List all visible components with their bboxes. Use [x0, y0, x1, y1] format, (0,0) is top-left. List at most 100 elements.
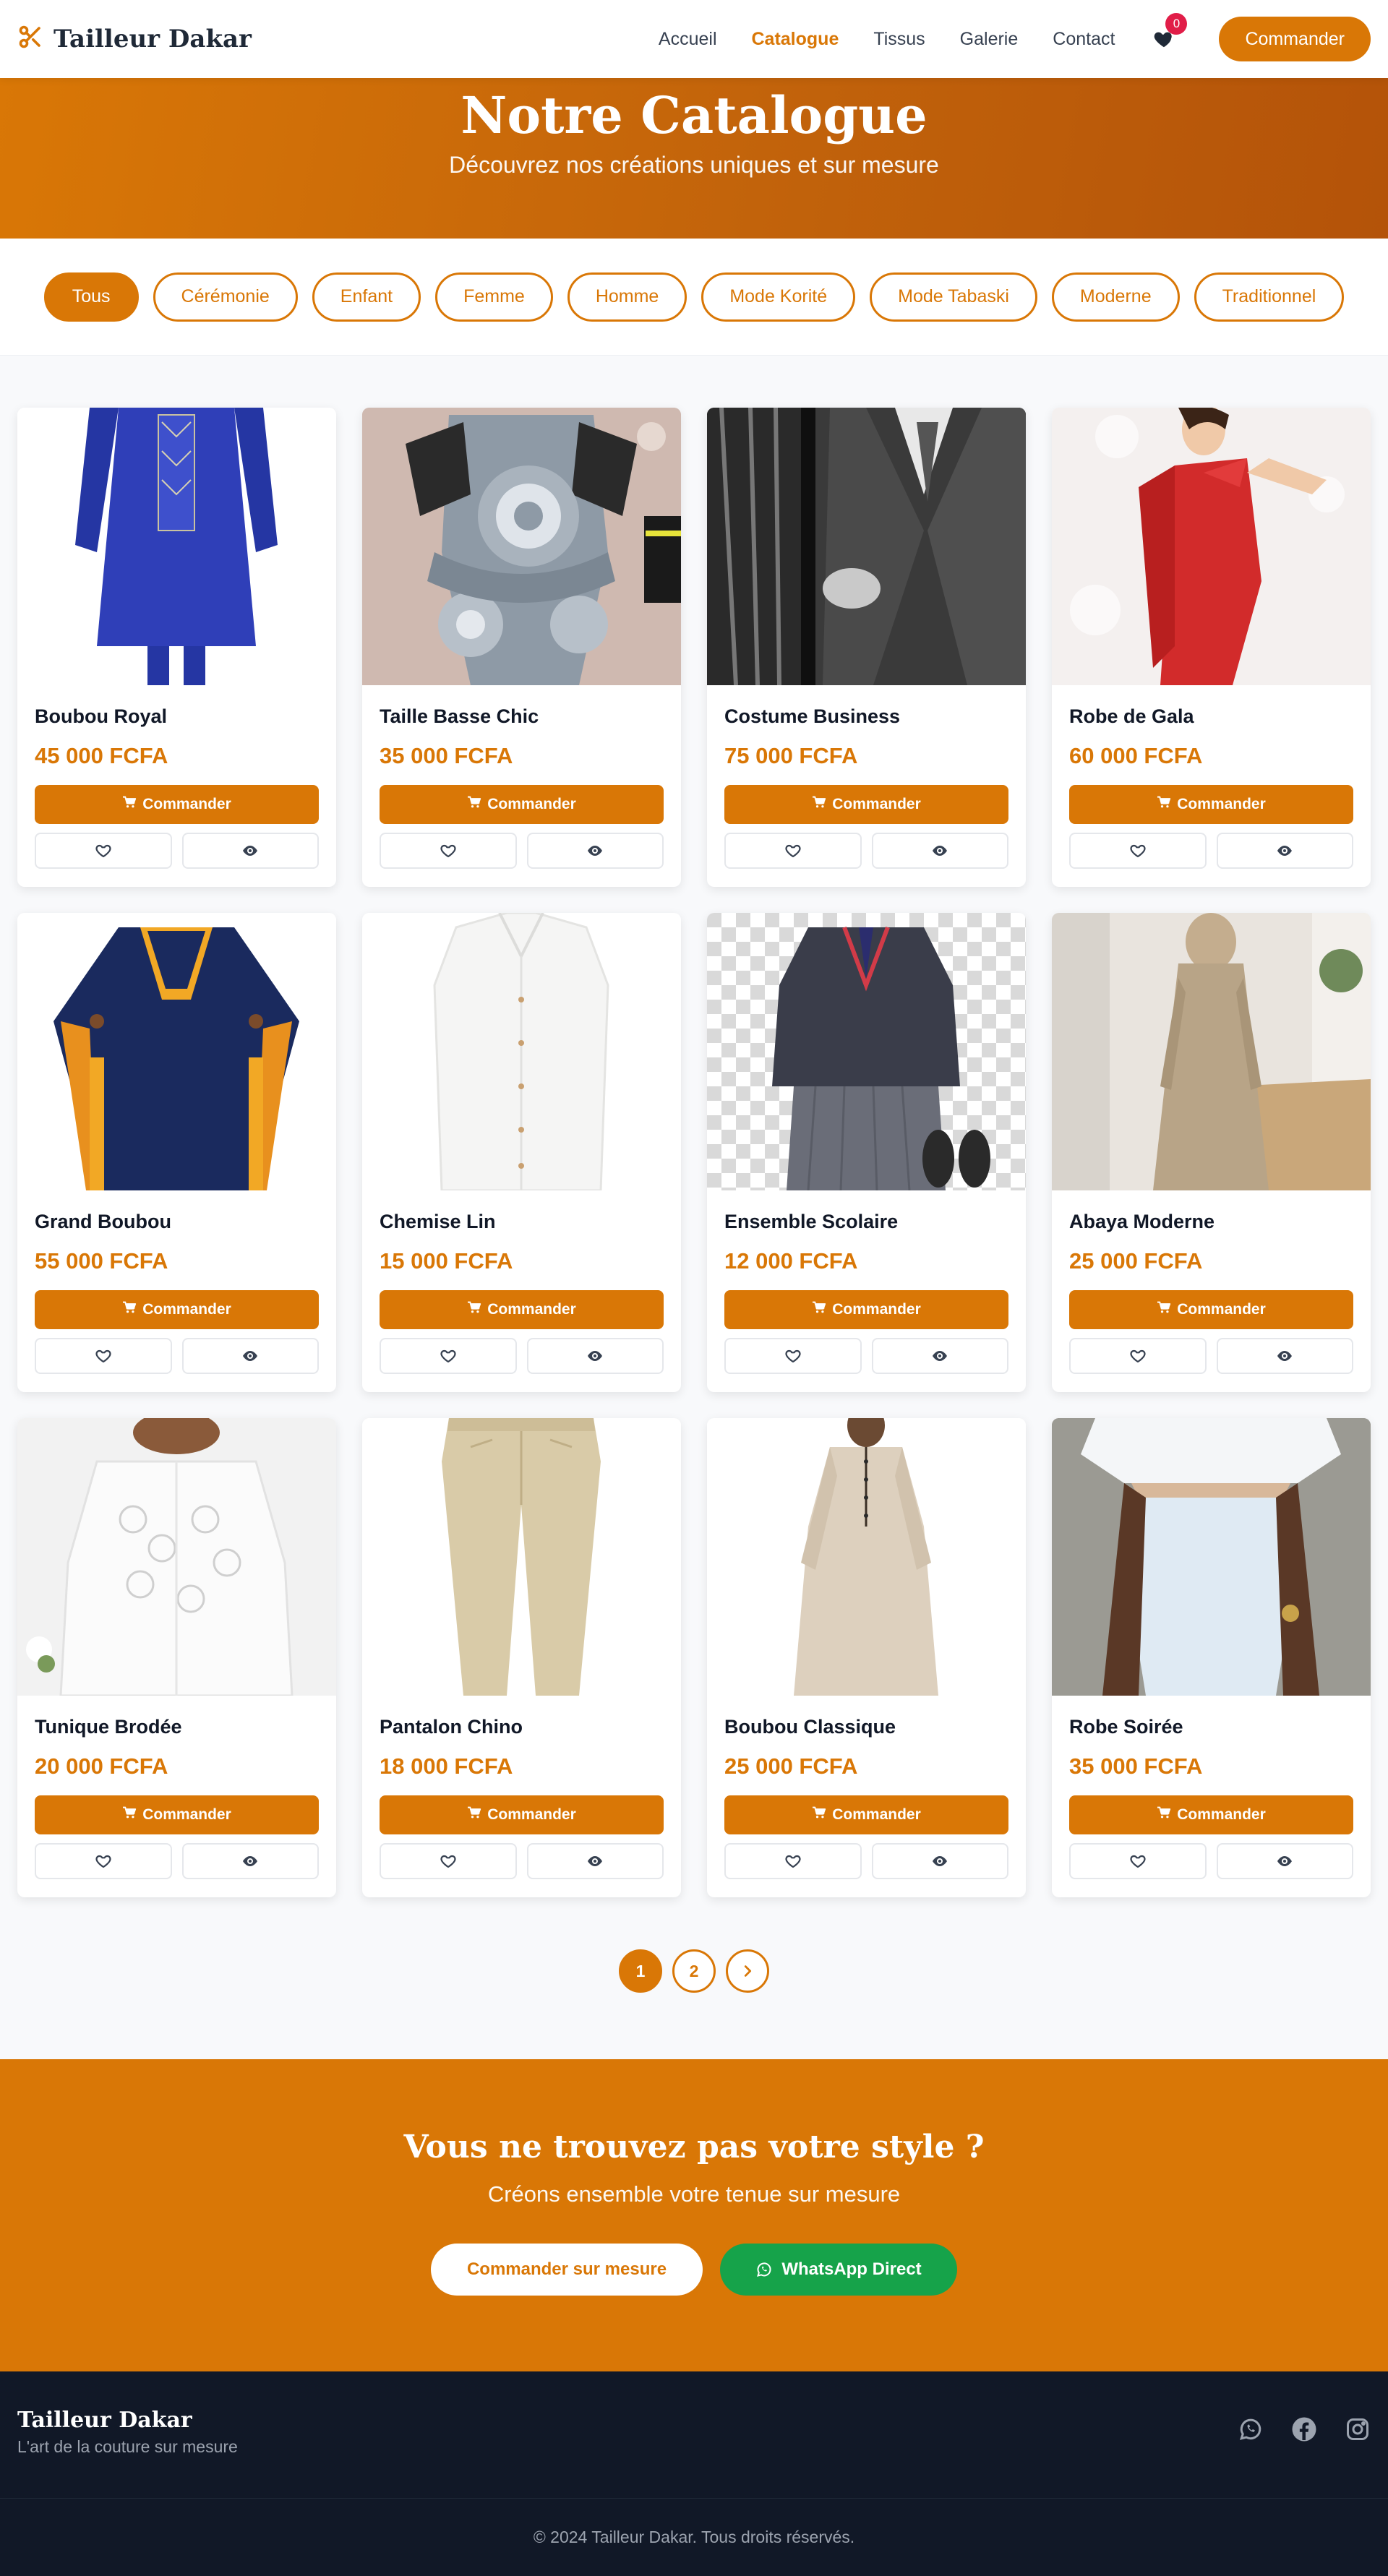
- brand-logo[interactable]: Tailleur Dakar: [17, 24, 252, 55]
- nav-link-galerie[interactable]: Galerie: [960, 29, 1019, 50]
- product-card[interactable]: Boubou Royal 45 000 FCFA Commander: [17, 408, 336, 887]
- product-card[interactable]: Tunique Brodée 20 000 FCFA Commander: [17, 1418, 336, 1897]
- product-card[interactable]: Robe Soirée 35 000 FCFA Commander: [1052, 1418, 1371, 1897]
- order-button[interactable]: Commander: [380, 1795, 664, 1834]
- whatsapp-icon: [757, 2262, 771, 2277]
- product-image[interactable]: [362, 408, 681, 685]
- heart-icon: [1129, 842, 1147, 859]
- filter-chip-mode-korite[interactable]: Mode Korité: [701, 272, 856, 322]
- product-name: Pantalon Chino: [380, 1716, 523, 1738]
- order-button[interactable]: Commander: [724, 1290, 1008, 1329]
- order-button[interactable]: Commander: [380, 785, 664, 824]
- filter-chip-tous[interactable]: Tous: [43, 272, 139, 322]
- filter-chip-moderne[interactable]: Moderne: [1051, 272, 1180, 322]
- add-to-wishlist-button[interactable]: [380, 1338, 517, 1374]
- nav-link-accueil[interactable]: Accueil: [659, 29, 717, 50]
- quick-view-button[interactable]: [526, 1843, 664, 1879]
- product-image[interactable]: [17, 1418, 336, 1696]
- product-image[interactable]: [1052, 1418, 1371, 1696]
- heart-icon: [95, 1852, 112, 1870]
- heart-icon: [784, 1347, 802, 1365]
- quick-view-button[interactable]: [181, 1843, 319, 1879]
- add-to-wishlist-button[interactable]: [1069, 1843, 1207, 1879]
- order-button-label: Commander: [832, 1806, 921, 1823]
- wishlist-count-badge: 0: [1165, 13, 1188, 35]
- brand-name: Tailleur Dakar: [53, 25, 252, 53]
- order-button[interactable]: Commander: [1069, 1795, 1353, 1834]
- quick-view-button[interactable]: [526, 1338, 664, 1374]
- quick-view-button[interactable]: [1216, 1843, 1353, 1879]
- nav-link-tissus[interactable]: Tissus: [873, 29, 925, 50]
- filter-chip-ceremonie[interactable]: Cérémonie: [153, 272, 298, 322]
- quick-view-button[interactable]: [871, 833, 1008, 869]
- category-filters: Tous Cérémonie Enfant Femme Homme Mode K…: [0, 239, 1388, 356]
- card-actions: [724, 1843, 1008, 1879]
- nav-link-contact[interactable]: Contact: [1053, 29, 1115, 50]
- product-card[interactable]: Abaya Moderne 25 000 FCFA Commander: [1052, 913, 1371, 1392]
- add-to-wishlist-button[interactable]: [724, 833, 862, 869]
- filter-chip-mode-tabaski[interactable]: Mode Tabaski: [870, 272, 1037, 322]
- product-card[interactable]: Chemise Lin 15 000 FCFA Commander: [362, 913, 681, 1392]
- quick-view-button[interactable]: [871, 1843, 1008, 1879]
- product-image[interactable]: [707, 408, 1026, 685]
- filter-chip-traditionnel[interactable]: Traditionnel: [1194, 272, 1345, 322]
- next-page-button[interactable]: [726, 1949, 769, 1993]
- order-button[interactable]: Commander: [380, 1290, 664, 1329]
- product-card[interactable]: Ensemble Scolaire 12 000 FCFA Commander: [707, 913, 1026, 1392]
- filter-chip-femme[interactable]: Femme: [435, 272, 553, 322]
- product-card[interactable]: Grand Boubou 55 000 FCFA Commander: [17, 913, 336, 1392]
- nav-order-button[interactable]: Commander: [1219, 17, 1371, 61]
- order-button[interactable]: Commander: [35, 1290, 319, 1329]
- quick-view-button[interactable]: [526, 833, 664, 869]
- add-to-wishlist-button[interactable]: [380, 833, 517, 869]
- whatsapp-direct-button[interactable]: WhatsApp Direct: [720, 2244, 957, 2296]
- quick-view-button[interactable]: [1216, 1338, 1353, 1374]
- filter-chip-enfant[interactable]: Enfant: [312, 272, 421, 322]
- quick-view-button[interactable]: [181, 1338, 319, 1374]
- whatsapp-icon[interactable]: [1238, 2416, 1264, 2442]
- product-card[interactable]: Robe de Gala 60 000 FCFA Commander: [1052, 408, 1371, 887]
- add-to-wishlist-button[interactable]: [1069, 833, 1207, 869]
- order-button[interactable]: Commander: [724, 785, 1008, 824]
- facebook-icon[interactable]: [1291, 2416, 1317, 2442]
- chevron-right-icon: [744, 1965, 752, 1977]
- quick-view-button[interactable]: [1216, 833, 1353, 869]
- page-button-2[interactable]: 2: [672, 1949, 716, 1993]
- add-to-wishlist-button[interactable]: [724, 1338, 862, 1374]
- nav-link-catalogue[interactable]: Catalogue: [752, 29, 839, 50]
- add-to-wishlist-button[interactable]: [1069, 1338, 1207, 1374]
- add-to-wishlist-button[interactable]: [35, 1338, 172, 1374]
- product-card[interactable]: Costume Business 75 000 FCFA Commander: [707, 408, 1026, 887]
- page-button-1[interactable]: 1: [619, 1949, 662, 1993]
- product-image[interactable]: [17, 408, 336, 685]
- product-card[interactable]: Boubou Classique 25 000 FCFA Commander: [707, 1418, 1026, 1897]
- custom-order-button[interactable]: Commander sur mesure: [431, 2244, 703, 2296]
- order-button[interactable]: Commander: [724, 1795, 1008, 1834]
- product-price: 55 000 FCFA: [35, 1248, 168, 1274]
- add-to-wishlist-button[interactable]: [380, 1843, 517, 1879]
- product-image[interactable]: [362, 1418, 681, 1696]
- quick-view-button[interactable]: [181, 833, 319, 869]
- product-card[interactable]: Taille Basse Chic 35 000 FCFA Commander: [362, 408, 681, 887]
- order-button-label: Commander: [832, 1301, 921, 1318]
- product-card[interactable]: Pantalon Chino 18 000 FCFA Commander: [362, 1418, 681, 1897]
- add-to-wishlist-button[interactable]: [724, 1843, 862, 1879]
- order-button[interactable]: Commander: [35, 1795, 319, 1834]
- product-image[interactable]: [707, 1418, 1026, 1696]
- scissors-icon: [17, 24, 43, 55]
- card-actions: [724, 833, 1008, 869]
- product-image[interactable]: [362, 913, 681, 1190]
- product-image[interactable]: [707, 913, 1026, 1190]
- order-button[interactable]: Commander: [1069, 785, 1353, 824]
- product-image[interactable]: [17, 913, 336, 1190]
- filter-chip-homme[interactable]: Homme: [567, 272, 687, 322]
- add-to-wishlist-button[interactable]: [35, 1843, 172, 1879]
- product-image[interactable]: [1052, 408, 1371, 685]
- wishlist-button[interactable]: 0: [1149, 13, 1188, 53]
- add-to-wishlist-button[interactable]: [35, 833, 172, 869]
- order-button[interactable]: Commander: [35, 785, 319, 824]
- quick-view-button[interactable]: [871, 1338, 1008, 1374]
- instagram-icon[interactable]: [1345, 2416, 1371, 2442]
- product-image[interactable]: [1052, 913, 1371, 1190]
- order-button[interactable]: Commander: [1069, 1290, 1353, 1329]
